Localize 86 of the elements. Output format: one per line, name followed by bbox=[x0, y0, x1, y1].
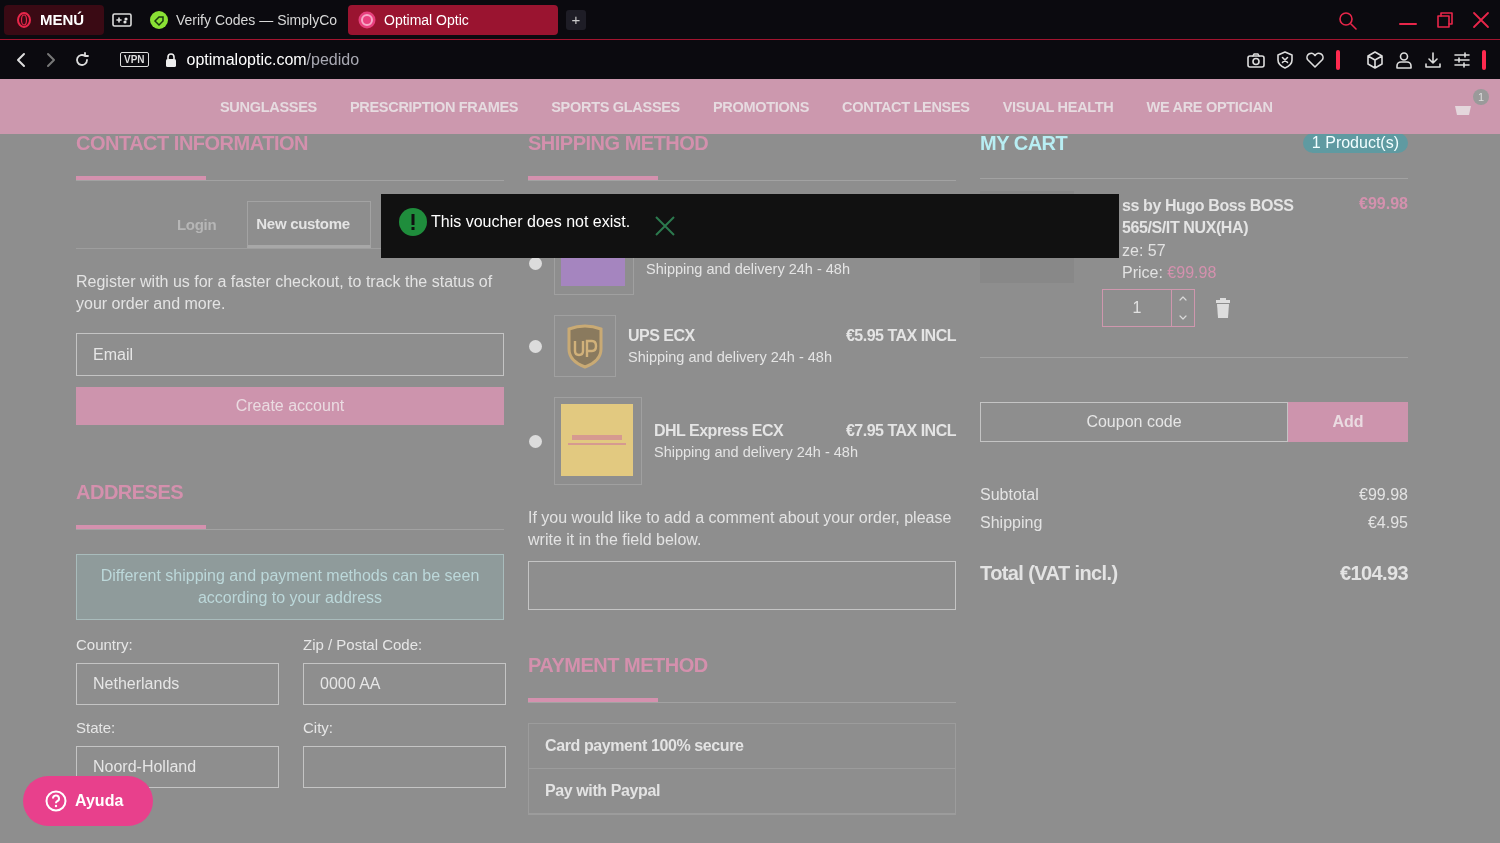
help-icon bbox=[45, 790, 67, 812]
email-field[interactable]: Email bbox=[76, 333, 504, 376]
download-icon[interactable] bbox=[1424, 50, 1442, 69]
nav-link[interactable]: VISUAL HEALTH bbox=[1002, 98, 1114, 115]
line-price: €99.98 bbox=[1359, 195, 1408, 214]
carrier-name: DHL Express ECX bbox=[654, 422, 784, 440]
total-value: €104.93 bbox=[1339, 562, 1408, 585]
toast-message: This voucher does not exist. bbox=[431, 213, 631, 231]
help-button[interactable]: Ayuda bbox=[23, 776, 153, 826]
text-field[interactable]: Noord-Holland bbox=[76, 746, 279, 788]
comment-text: If you would like to add a comment about your order, please write it in the field below. bbox=[528, 508, 953, 550]
price-label: Price: bbox=[1122, 264, 1163, 281]
section-title: MY CART bbox=[980, 134, 1068, 152]
nav-link[interactable]: SPORTS GLASSES bbox=[551, 98, 680, 115]
shipping-price: €5.95 TAX INCL bbox=[845, 327, 956, 345]
product-name: ss by Hugo Boss BOSS bbox=[1122, 196, 1294, 216]
search-icon[interactable] bbox=[1338, 9, 1358, 30]
radio-button[interactable] bbox=[529, 339, 542, 353]
nav-link[interactable]: WE ARE OPTICIAN bbox=[1146, 98, 1273, 115]
sliders-icon[interactable] bbox=[1453, 50, 1471, 69]
forward-icon[interactable] bbox=[44, 51, 58, 68]
close-icon[interactable] bbox=[654, 215, 677, 237]
cart-count: 1 bbox=[1473, 89, 1489, 105]
cube-icon[interactable] bbox=[1366, 50, 1384, 69]
total-label: Total (VAT incl.) bbox=[980, 562, 1118, 585]
summary-value: €4.95 bbox=[1367, 514, 1408, 532]
browser-tab[interactable]: Optimal Optic bbox=[348, 4, 558, 35]
person-icon[interactable] bbox=[1395, 50, 1413, 69]
payment-option[interactable]: Pay with Paypal bbox=[545, 782, 660, 800]
lock-icon bbox=[164, 52, 177, 67]
field-label: Country: bbox=[76, 636, 134, 653]
text-field[interactable] bbox=[303, 746, 506, 788]
shipping-price: €7.95 TAX INCL bbox=[845, 422, 956, 440]
delivery-text: Shipping and delivery 24h - 48h bbox=[646, 261, 851, 277]
section-title: CONTACT INFORMATION bbox=[76, 134, 309, 152]
create-account-button[interactable]: Create account bbox=[76, 387, 504, 425]
section-title: ADDRESES bbox=[76, 483, 185, 501]
tab[interactable]: New custome bbox=[247, 201, 372, 248]
shield-logo-icon bbox=[554, 315, 616, 377]
section-title: SHIPPING METHOD bbox=[528, 134, 710, 152]
product-name: 565/S/IT NUX(HA) bbox=[1122, 218, 1250, 238]
field-label: Zip / Postal Code: bbox=[303, 636, 424, 653]
field-label: State: bbox=[76, 719, 117, 736]
radio-button[interactable] bbox=[529, 434, 542, 448]
price-value: €99.98 bbox=[1167, 264, 1217, 281]
address-notice: Different shipping and payment methods can be seen according to your address bbox=[76, 554, 504, 620]
address-field[interactable]: optimaloptic.com/pedido bbox=[186, 50, 360, 69]
vpn-badge[interactable]: VPN bbox=[120, 52, 149, 67]
text-field[interactable]: 0000 AA bbox=[303, 663, 506, 705]
section-title: PAYMENT METHOD bbox=[528, 656, 709, 674]
circle-icon bbox=[358, 10, 376, 29]
close-icon[interactable] bbox=[1472, 10, 1490, 29]
back-icon[interactable] bbox=[14, 51, 28, 68]
summary-value: €99.98 bbox=[1359, 486, 1408, 504]
add-button[interactable]: Add bbox=[1288, 402, 1408, 442]
browser-tab[interactable]: Verify Codes — SimplyCo bbox=[140, 4, 340, 35]
shield-icon[interactable] bbox=[1276, 50, 1294, 69]
camera-icon[interactable] bbox=[1247, 51, 1265, 68]
nav-link[interactable]: SUNGLASSES bbox=[220, 98, 317, 115]
trash-icon[interactable] bbox=[1215, 298, 1231, 318]
text-field[interactable]: Netherlands bbox=[76, 663, 279, 705]
payment-option[interactable]: Card payment 100% secure bbox=[545, 737, 744, 755]
alert-icon bbox=[399, 208, 427, 236]
summary-label: Subtotal bbox=[980, 486, 1039, 504]
nav-link[interactable]: CONTACT LENSES bbox=[842, 98, 970, 115]
delivery-text: Shipping and delivery 24h - 48h bbox=[654, 444, 859, 460]
product-count: 1 Product(s) bbox=[1302, 133, 1408, 153]
ring-icon bbox=[16, 11, 32, 28]
restore-icon[interactable] bbox=[1436, 10, 1454, 29]
comment-field[interactable] bbox=[528, 561, 956, 610]
gamepad-icon[interactable] bbox=[112, 11, 132, 28]
new-tab-button[interactable]: + bbox=[566, 9, 586, 30]
menu-button[interactable]: MENÚ bbox=[4, 4, 104, 35]
reload-icon[interactable] bbox=[74, 51, 90, 68]
nav-link[interactable]: PRESCRIPTION FRAMES bbox=[349, 98, 519, 115]
delivery-text: Shipping and delivery 24h - 48h bbox=[628, 349, 833, 365]
summary-label: Shipping bbox=[980, 514, 1043, 532]
heart-icon[interactable] bbox=[1305, 50, 1325, 69]
tag-icon bbox=[150, 10, 168, 29]
size-text: ze: 57 bbox=[1122, 241, 1167, 261]
logo-icon bbox=[554, 397, 642, 485]
field-label: City: bbox=[303, 719, 334, 736]
nav-link[interactable]: PROMOTIONS bbox=[713, 98, 810, 115]
register-text: Register with us for a faster checkout, to track the status of your order and more. bbox=[76, 272, 494, 314]
coupon-field[interactable]: Coupon code bbox=[980, 402, 1288, 442]
carrier-name: UPS ECX bbox=[628, 327, 695, 345]
